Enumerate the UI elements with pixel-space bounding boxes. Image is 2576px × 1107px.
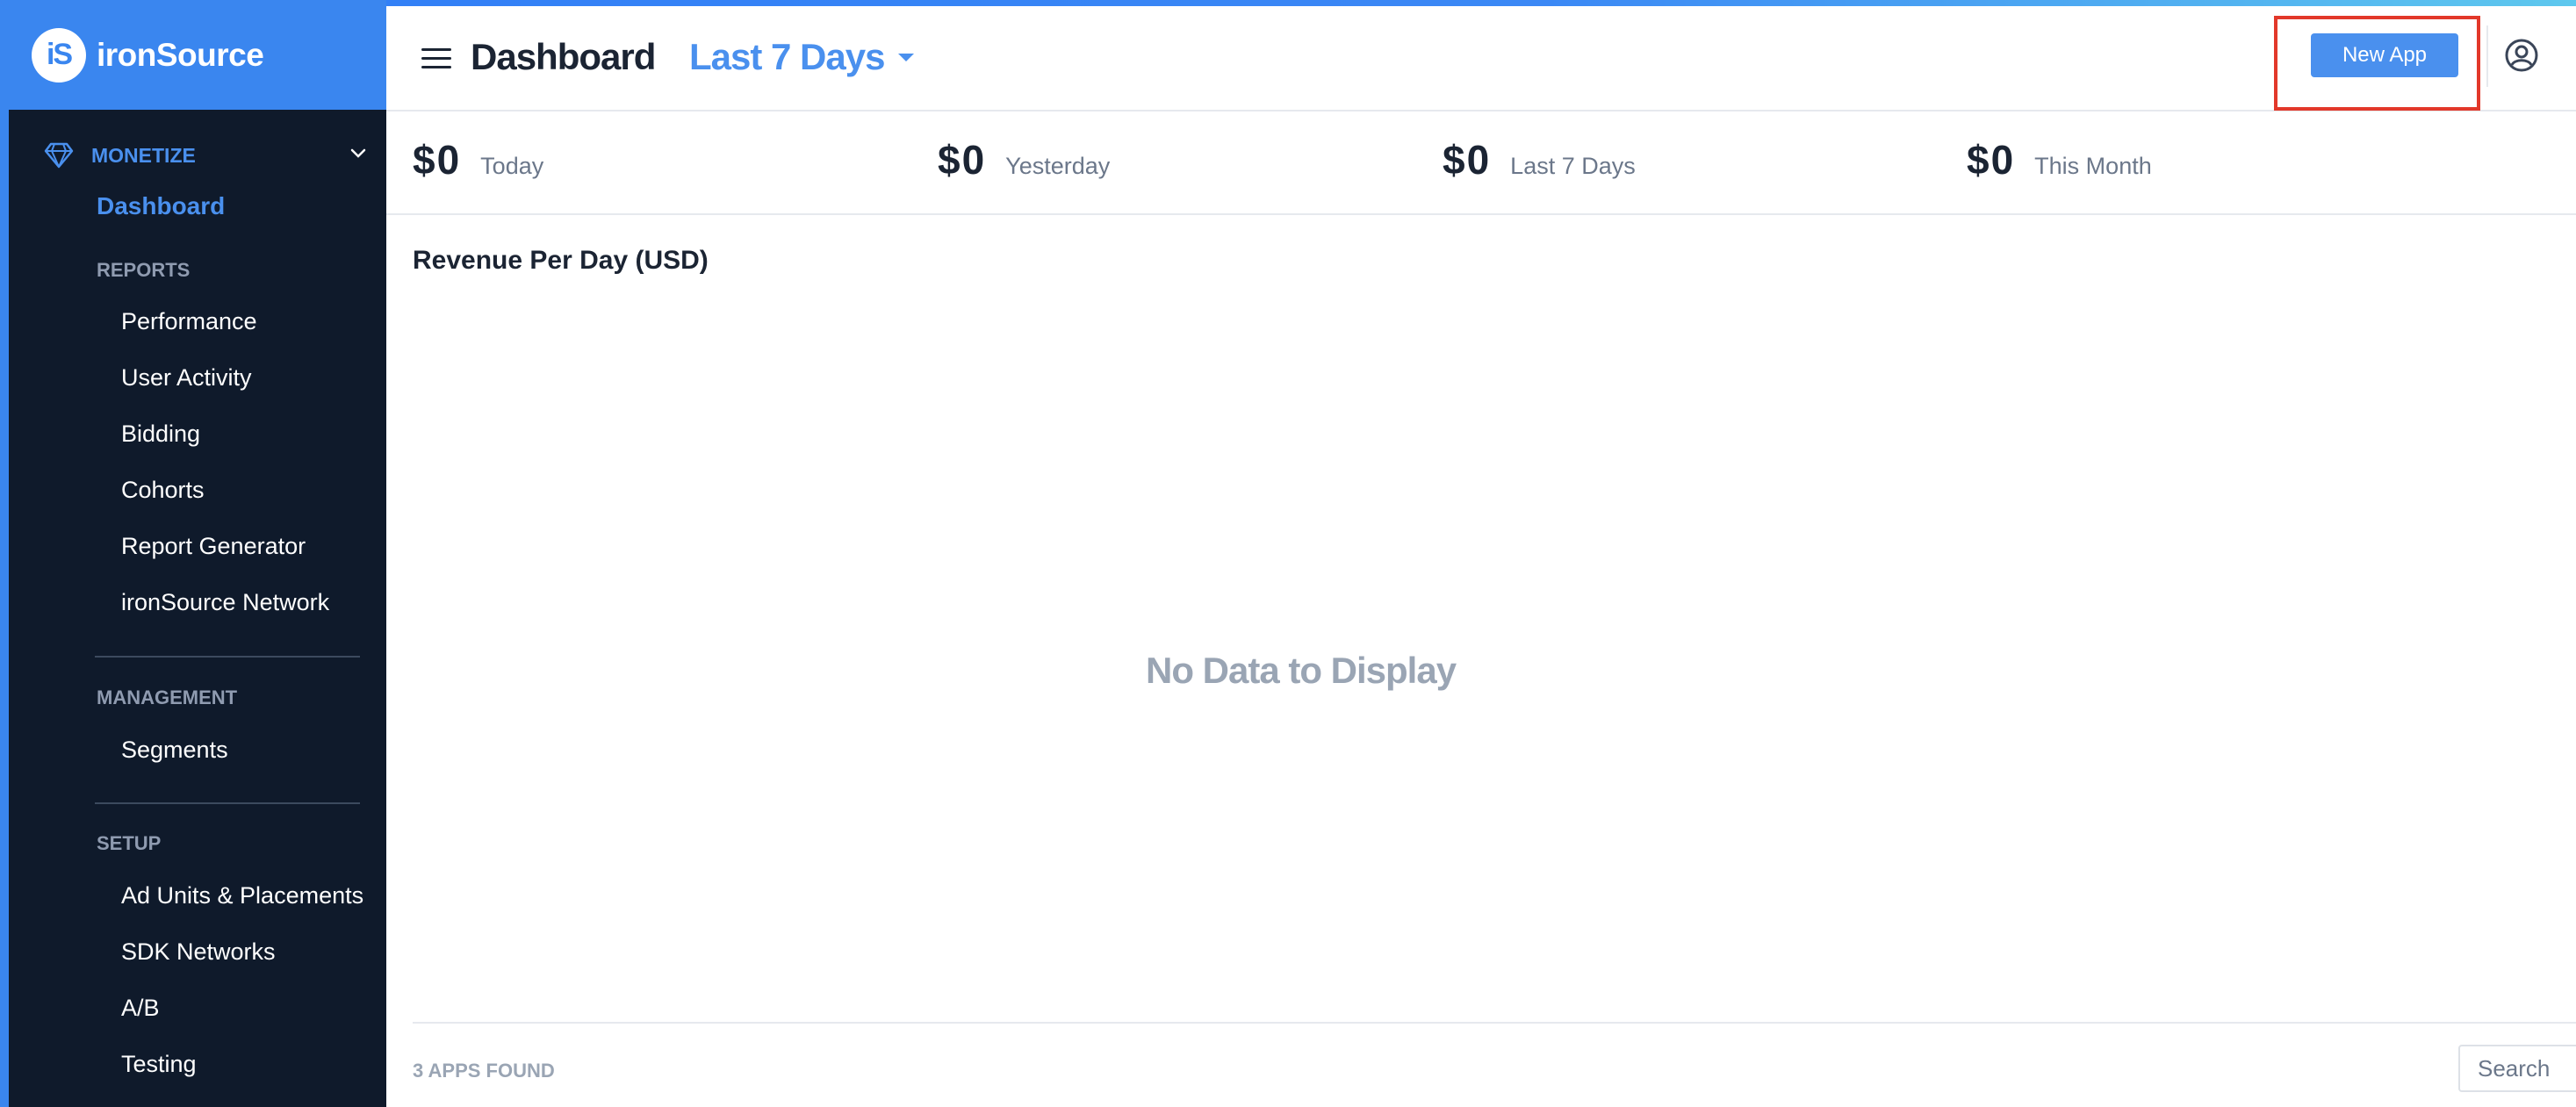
- page-title: Dashboard: [471, 36, 656, 77]
- sidebar-item-user-activity[interactable]: User Activity: [121, 364, 252, 392]
- sidebar-item-report-generator[interactable]: Report Generator: [121, 533, 306, 560]
- stat-label: This Month: [2034, 153, 2152, 179]
- caret-down-icon: [898, 53, 915, 61]
- brand-header[interactable]: iS ironSource: [0, 0, 386, 110]
- header-divider: [2486, 25, 2488, 87]
- sidebar-heading-management: MANAGEMENT: [97, 686, 238, 708]
- hamburger-menu-icon[interactable]: [421, 45, 453, 73]
- date-range-label: Last 7 Days: [689, 36, 885, 77]
- empty-chart-message: No Data to Display: [1146, 650, 1457, 691]
- sidebar-item-sdk-networks[interactable]: SDK Networks: [121, 938, 276, 966]
- sidebar: MONETIZE Dashboard REPORTS Performance U…: [9, 110, 386, 1107]
- apps-found-count: 3 APPS FOUND: [413, 1060, 555, 1082]
- sidebar-item-segments[interactable]: Segments: [121, 737, 228, 764]
- sidebar-item-dashboard[interactable]: Dashboard: [97, 192, 225, 220]
- diamond-icon: [44, 142, 74, 169]
- stat-label: Last 7 Days: [1510, 153, 1636, 179]
- stat-label: Yesterday: [1005, 153, 1111, 179]
- date-range-dropdown[interactable]: Last 7 Days: [689, 36, 915, 78]
- sidebar-item-cohorts[interactable]: Cohorts: [121, 477, 205, 504]
- stat-today: $0 Today: [413, 136, 543, 183]
- sidebar-item-performance[interactable]: Performance: [121, 308, 257, 335]
- top-accent-bar: [0, 0, 2576, 6]
- sidebar-section-monetize[interactable]: MONETIZE: [44, 136, 369, 175]
- stat-label: Today: [480, 153, 544, 179]
- sidebar-item-bidding[interactable]: Bidding: [121, 421, 200, 448]
- sidebar-item-ab[interactable]: A/B: [121, 995, 160, 1022]
- sidebar-heading-reports: REPORTS: [97, 259, 191, 281]
- stat-last-7-days: $0 Last 7 Days: [1443, 136, 1636, 183]
- section-divider: [413, 1022, 2576, 1024]
- sidebar-divider: [95, 802, 360, 804]
- stat-this-month: $0 This Month: [1967, 136, 2152, 183]
- sidebar-edge: [0, 110, 9, 1107]
- stat-value: $0: [938, 137, 987, 183]
- sidebar-divider: [95, 656, 360, 658]
- sidebar-item-testing[interactable]: Testing: [121, 1051, 197, 1078]
- chart-title: Revenue Per Day (USD): [413, 246, 709, 275]
- user-account-icon[interactable]: [2504, 38, 2539, 73]
- top-header: Dashboard Last 7 Days New App: [386, 6, 2576, 111]
- chevron-down-icon[interactable]: [348, 143, 369, 164]
- sidebar-heading-setup: SETUP: [97, 832, 162, 854]
- ironsource-logo-icon: iS: [32, 27, 86, 83]
- apps-search-input[interactable]: [2458, 1045, 2576, 1092]
- sidebar-section-label: MONETIZE: [91, 143, 196, 167]
- stat-yesterday: $0 Yesterday: [938, 136, 1110, 183]
- brand-name: ironSource: [97, 36, 264, 73]
- sidebar-item-ad-units-placements[interactable]: Ad Units & Placements: [121, 882, 363, 909]
- stat-value: $0: [1443, 137, 1492, 183]
- stat-value: $0: [1967, 137, 2016, 183]
- new-app-button[interactable]: New App: [2311, 33, 2458, 77]
- sidebar-item-ironsource-network[interactable]: ironSource Network: [121, 589, 329, 616]
- stat-value: $0: [413, 137, 462, 183]
- revenue-stats-bar: $0 Today $0 Yesterday $0 Last 7 Days $0 …: [386, 111, 2576, 215]
